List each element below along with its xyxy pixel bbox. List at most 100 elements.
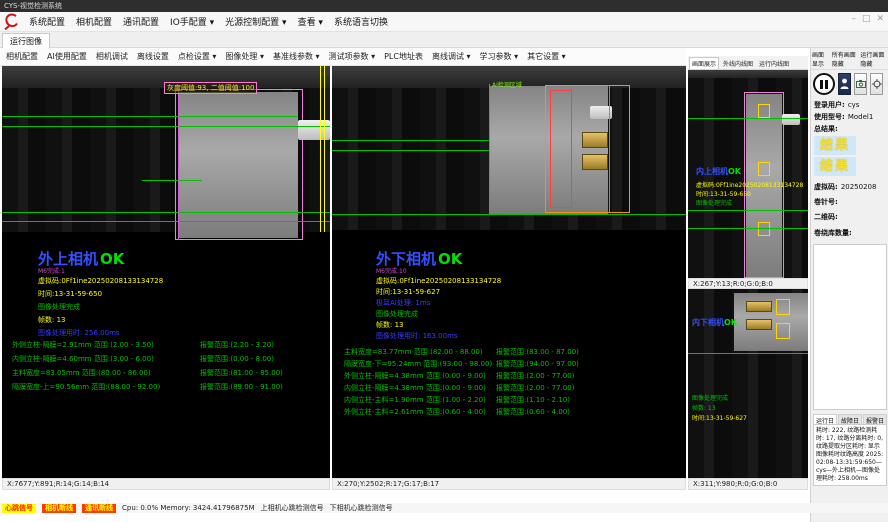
qr-code-label: 二维码:: [814, 212, 838, 222]
winding-stock-label: 卷绕库数量:: [814, 228, 852, 238]
tab-run-inner-lines[interactable]: 运行内线图: [757, 58, 791, 69]
small-view-tabs: 画面展示 外线内线图 运行内线图: [688, 56, 808, 70]
roi-box-red: [550, 90, 572, 208]
camera-result-title: 内下相机OK: [692, 317, 737, 328]
measure-line: [2, 212, 330, 213]
threshold-label: 灰度阈值:93, 二值阈值:100: [164, 82, 257, 94]
pause-button[interactable]: [813, 73, 835, 95]
menu-bar: 系统配置 相机配置 通讯配置 IO手配置 ▾ 光源控制配置 ▾ 查看 ▾ 系统语…: [0, 12, 888, 32]
frame-count-line: 帧数: 13: [692, 403, 716, 412]
time-line: 时间:13-31-59-627: [692, 413, 747, 422]
menu-item-system-config[interactable]: 系统配置: [29, 15, 65, 28]
toolbar-test-params[interactable]: 测试项参数 ▾: [329, 51, 376, 62]
m6-flag-label: M6完成:10: [376, 266, 407, 275]
user-icon: [840, 78, 849, 90]
toolbar-image-processing[interactable]: 图像处理 ▾: [225, 51, 264, 62]
close-icon[interactable]: ✕: [876, 14, 884, 24]
tab-screen-display[interactable]: 画面显示: [812, 50, 830, 68]
frame-count-line: 帧数: 13: [38, 315, 66, 325]
measure-line: [142, 180, 202, 181]
time-line: 时间:13-31-59-650: [38, 289, 102, 299]
alarm-range: 报警范围:(83.00 - 87.00): [496, 347, 579, 357]
app-logo-icon: [4, 13, 18, 30]
reference-line-yellow: [320, 66, 321, 232]
tab-bundle: [746, 319, 772, 330]
login-user-label: 登录用户:: [814, 100, 845, 110]
measure-line: [688, 228, 808, 229]
camera-snapshot-button[interactable]: [854, 73, 867, 95]
log-text-area[interactable]: 耗时: 222, 纹路检测耗时: 17, 纹路分离耗时: 0, 纹路提取分区耗时…: [813, 424, 887, 486]
menu-item-comm-config[interactable]: 通讯配置: [123, 15, 159, 28]
tab-outer-inner-lines[interactable]: 外线内线图: [721, 58, 755, 69]
toolbar-plc-address-table[interactable]: PLC地址表: [384, 51, 423, 62]
alarm-range: 报警范围:(81.00 - 85.00): [200, 368, 283, 378]
time-line: 时间:13-31-59-627: [376, 287, 440, 297]
needle-number-label: 卷针号:: [814, 197, 838, 207]
app-window: CYS-视觉检测系统 系统配置 相机配置 通讯配置 IO手配置 ▾ 光源控制配置…: [0, 0, 888, 522]
maximize-icon[interactable]: □: [862, 14, 871, 24]
alarm-range: 报警范围:(89.00 - 91.00): [200, 382, 283, 392]
measure-line: [688, 210, 808, 211]
camera-view-outer-upper[interactable]: 灰度阈值:93, 二值阈值:100 外上相机OK M6完成:1 虚拟码:0Ff1…: [2, 66, 330, 478]
measurement-row: 主料宽度=83.77mm 范围:(82.00 - 88.00): [344, 347, 483, 357]
menu-item-io-config[interactable]: IO手配置 ▾: [170, 15, 214, 28]
measurement-row: 外侧立柱-隔膜=2.91mm 范围:(2.00 - 3.50): [12, 340, 154, 350]
crosshair-tool-button[interactable]: [870, 73, 883, 95]
measurement-row: 内侧立柱-隔膜=4.38mm 范围:(0.00 - 9.00): [344, 383, 486, 393]
measurement-row: 隔膜宽度-上=90.56mm 范围:(88.00 - 92.00): [12, 382, 160, 392]
barcode-line: 虚拟码:0Ff1ine20250208133134728: [696, 180, 803, 189]
measure-line: [688, 118, 808, 119]
measure-line: [688, 353, 808, 354]
camera-view-inner-upper[interactable]: 内上相机OK 虚拟码:0Ff1ine20250208133134728 时间:1…: [688, 70, 808, 278]
window-title: CYS-视觉检测系统: [4, 2, 62, 10]
camera-view-outer-lower[interactable]: AI检测区域 外下相机OK M6完成:10 虚拟码:0Ff1ine2025020…: [332, 66, 686, 478]
alarm-range: 报警范围:(0.00 - 8.00): [200, 354, 274, 364]
feature-box-yellow: [776, 323, 790, 339]
barcode-line: 虚拟码:0Ff1ine20250208133134728: [376, 276, 501, 286]
process-done-line: 图像处理完成: [376, 309, 418, 319]
status-bar: 心跳信号 相机断线 通讯断线 Cpu: 0.0% Memory: 3424.41…: [0, 503, 888, 513]
user-login-button[interactable]: [838, 73, 851, 95]
page-tab-strip: 运行图像: [0, 32, 888, 48]
reference-line-yellow: [324, 66, 325, 232]
menu-item-light-control[interactable]: 光源控制配置 ▾: [225, 15, 286, 28]
tab-hide-all-screens[interactable]: 所有画面隐藏: [832, 50, 859, 68]
tab-hide-run-screens[interactable]: 运行画面隐藏: [860, 50, 887, 68]
tab-display[interactable]: 画面展示: [689, 57, 719, 69]
menu-item-view[interactable]: 查看 ▾: [298, 15, 323, 28]
camera-image-outer-lower[interactable]: [332, 66, 686, 230]
toolbar-camera-config[interactable]: 相机配置: [6, 51, 38, 62]
tab-run-image[interactable]: 运行图像: [2, 33, 50, 48]
m6-flag-label: M6完成:1: [38, 266, 65, 275]
measure-line: [2, 116, 298, 117]
pixel-coords-outer-lower: X:270;Y:2502;R:17;G:17;B:17: [332, 478, 686, 490]
toolbar-offline-debug[interactable]: 离线调试 ▾: [432, 51, 471, 62]
menu-item-language-switch[interactable]: 系统语言切换: [334, 15, 388, 28]
panel-list-area[interactable]: [813, 244, 887, 410]
toolbar-baseline-params[interactable]: 基准线参数 ▾: [273, 51, 320, 62]
toolbar-camera-debug[interactable]: 相机调试: [96, 51, 128, 62]
virtual-code-value: 20250208: [841, 183, 877, 191]
crosshair-icon: [872, 79, 882, 89]
frame-count-line: 帧数: 13: [376, 320, 404, 330]
toolbar-other-settings[interactable]: 其它设置 ▾: [527, 51, 566, 62]
toolbar-ai-use-config[interactable]: AI使用配置: [47, 51, 87, 62]
feature-box-yellow: [758, 222, 770, 236]
status-ok: OK: [728, 167, 741, 176]
feature-box-yellow: [776, 299, 790, 315]
heartbeat-signal-badge: 心跳信号: [2, 504, 36, 513]
toolbar-offline-settings[interactable]: 离线设置: [137, 51, 169, 62]
alarm-range: 报警范围:(0.60 - 4.00): [496, 407, 570, 417]
tab-bundle: [746, 301, 772, 312]
control-panel: 画面显示 所有画面隐藏 运行画面隐藏 登录用户: cys 使用型号: Model…: [810, 48, 888, 522]
alarm-range: 报警范围:(2.00 - 77.00): [496, 383, 574, 393]
ai-elapsed-line: 极耳AI处理: 1ms: [376, 298, 430, 308]
barcode-line: 虚拟码:0Ff1ine20250208133134728: [38, 276, 163, 286]
toolbar-learning-params[interactable]: 学习参数 ▾: [480, 51, 519, 62]
measurement-row: 外侧立柱-主料=2.61mm 范围:(0.60 - 4.00): [344, 407, 486, 417]
toolbar-spotcheck-settings[interactable]: 点检设置 ▾: [178, 51, 217, 62]
minimize-icon[interactable]: –: [851, 14, 856, 24]
menu-item-camera-config[interactable]: 相机配置: [76, 15, 112, 28]
camera-view-inner-lower[interactable]: 内下相机OK 图像处理完成 帧数: 13 时间:13-31-59-627: [688, 289, 808, 478]
measurement-row: 主料宽度=83.05mm 范围:(80.00 - 86.00): [12, 368, 151, 378]
